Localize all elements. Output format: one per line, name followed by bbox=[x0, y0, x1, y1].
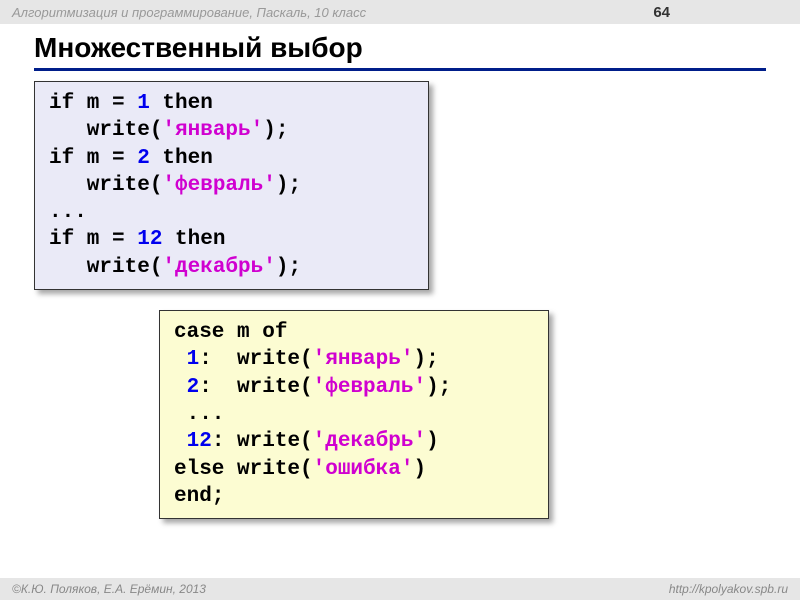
code-line: case m of bbox=[174, 319, 534, 346]
footer-authors: ©К.Ю. Поляков, Е.А. Ерёмин, 2013 bbox=[12, 582, 206, 596]
code-token: ); bbox=[276, 256, 301, 279]
code-line: write('февраль'); bbox=[49, 172, 414, 199]
main-content: Множественный выбор if m = 1 then write(… bbox=[0, 24, 800, 519]
header-bar: Алгоритмизация и программирование, Паска… bbox=[0, 0, 800, 24]
code-token: : write( bbox=[212, 430, 313, 453]
code-token: write( bbox=[49, 256, 162, 279]
code-line: 12: write('декабрь') bbox=[174, 428, 534, 455]
code-token: else write( bbox=[174, 458, 313, 481]
code-token: write( bbox=[49, 174, 162, 197]
code-token: 'февраль' bbox=[313, 376, 426, 399]
code-token: case m of bbox=[174, 321, 287, 344]
code-line: 1: write('январь'); bbox=[174, 346, 534, 373]
code-token: : write( bbox=[199, 376, 312, 399]
code-token: then bbox=[150, 92, 213, 115]
code-line: ... bbox=[174, 401, 534, 428]
code-token: write( bbox=[49, 119, 162, 142]
code-token: ); bbox=[413, 348, 438, 371]
code-token: ); bbox=[426, 376, 451, 399]
code-token bbox=[174, 348, 187, 371]
code-token: 1 bbox=[137, 92, 150, 115]
footer-url: http://kpolyakov.spb.ru bbox=[669, 582, 788, 596]
code-line: if m = 2 then bbox=[49, 145, 414, 172]
course-title: Алгоритмизация и программирование, Паска… bbox=[12, 5, 366, 20]
code-token: ); bbox=[263, 119, 288, 142]
code-token: if m = bbox=[49, 147, 137, 170]
code-token: 'январь' bbox=[313, 348, 414, 371]
code-token: then bbox=[150, 147, 213, 170]
code-line: else write('ошибка') bbox=[174, 456, 534, 483]
code-token: ); bbox=[276, 174, 301, 197]
code-line: 2: write('февраль'); bbox=[174, 374, 534, 401]
code-block-case: case m of 1: write('январь'); 2: write('… bbox=[159, 310, 549, 519]
code-token: ) bbox=[426, 430, 439, 453]
code-token: ... bbox=[49, 201, 87, 224]
code-token: then bbox=[162, 228, 225, 251]
code-token: 2 bbox=[187, 376, 200, 399]
copyright-symbol: © bbox=[12, 582, 21, 596]
code-token: 'декабрь' bbox=[162, 256, 275, 279]
code-token: 'ошибка' bbox=[313, 458, 414, 481]
code-token: end; bbox=[174, 485, 224, 508]
code-line: ... bbox=[49, 199, 414, 226]
code-token bbox=[174, 376, 187, 399]
code-line: write('январь'); bbox=[49, 117, 414, 144]
code-line: if m = 12 then bbox=[49, 226, 414, 253]
code-line: if m = 1 then bbox=[49, 90, 414, 117]
code-token: 'январь' bbox=[162, 119, 263, 142]
code-token: if m = bbox=[49, 92, 137, 115]
code-token: ) bbox=[413, 458, 426, 481]
code-token: 'декабрь' bbox=[313, 430, 426, 453]
footer-bar: ©К.Ю. Поляков, Е.А. Ерёмин, 2013 http://… bbox=[0, 578, 800, 600]
code-token: if m = bbox=[49, 228, 137, 251]
code-token: 12 bbox=[187, 430, 212, 453]
code-token bbox=[174, 430, 187, 453]
page-number: 64 bbox=[653, 4, 670, 21]
code-token: 'февраль' bbox=[162, 174, 275, 197]
code-token: 12 bbox=[137, 228, 162, 251]
code-token: 1 bbox=[187, 348, 200, 371]
code-block-if-chain: if m = 1 then write('январь');if m = 2 t… bbox=[34, 81, 429, 290]
code-line: end; bbox=[174, 483, 534, 510]
code-token: ... bbox=[174, 403, 224, 426]
code-line: write('декабрь'); bbox=[49, 254, 414, 281]
slide-title: Множественный выбор bbox=[34, 32, 766, 71]
code-token: 2 bbox=[137, 147, 150, 170]
code-token: : write( bbox=[199, 348, 312, 371]
